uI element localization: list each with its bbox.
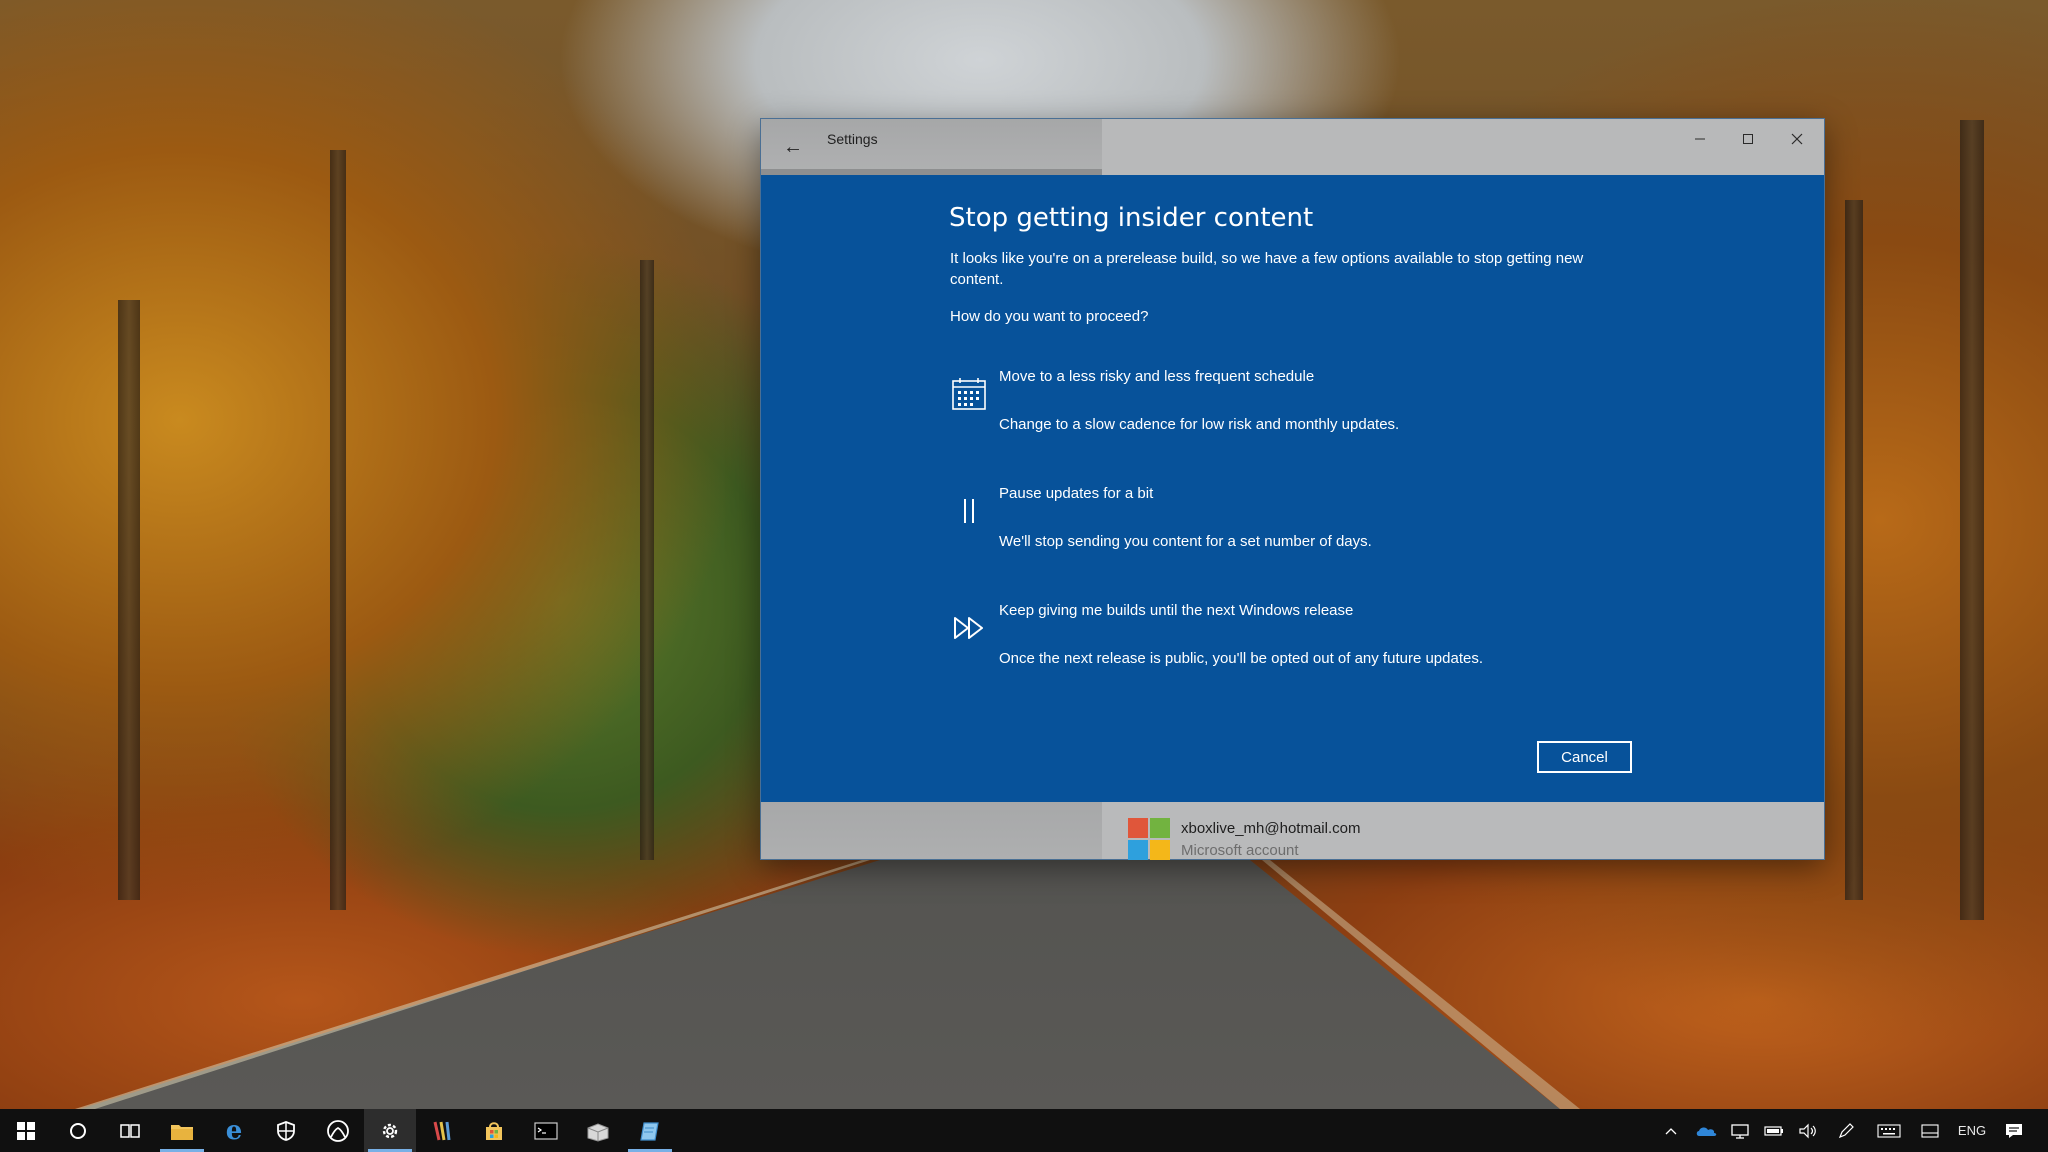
option-pause-updates[interactable]: Pause updates for a bit We'll stop sendi…: [949, 485, 1709, 565]
fast-forward-icon: [949, 608, 989, 648]
notepad-icon: [640, 1121, 659, 1141]
microsoft-logo-icon: [1128, 818, 1170, 860]
settings-window: ← Settings Stop getting insider content …: [761, 119, 1824, 860]
option-description: We'll stop sending you content for a set…: [999, 533, 1372, 550]
tray-pen-workspace[interactable]: [1830, 1109, 1862, 1152]
option-next-release[interactable]: Keep giving me builds until the next Win…: [949, 602, 1709, 682]
taskbar-settings[interactable]: [364, 1109, 416, 1152]
dialog-content: Stop getting insider content It looks li…: [761, 175, 1824, 802]
task-view-button[interactable]: [104, 1109, 156, 1152]
tray-language[interactable]: ENG: [1952, 1109, 1992, 1152]
pen-icon: [1838, 1122, 1854, 1138]
winrar-icon: [433, 1121, 451, 1140]
option-title: Move to a less risky and less frequent s…: [999, 368, 1315, 385]
close-button[interactable]: [1773, 119, 1821, 159]
minimize-button[interactable]: [1676, 119, 1724, 159]
back-button[interactable]: ←: [773, 127, 813, 167]
window-title: Settings: [827, 131, 878, 147]
cancel-button[interactable]: Cancel: [1537, 741, 1632, 773]
option-title: Pause updates for a bit: [999, 485, 1154, 502]
dialog-intro-text: It looks like you're on a prerelease bui…: [950, 250, 1584, 288]
cortana-button[interactable]: [52, 1109, 104, 1152]
taskbar-notepad[interactable]: [624, 1109, 676, 1152]
option-description: Once the next release is public, you'll …: [999, 650, 1484, 667]
taskbar-winrar[interactable]: [416, 1109, 468, 1152]
tray-battery[interactable]: [1758, 1109, 1790, 1152]
network-icon: [1731, 1123, 1749, 1139]
task-view-icon: [120, 1123, 140, 1138]
dialog-question: How do you want to proceed?: [950, 308, 1149, 325]
onedrive-cloud-icon: [1696, 1126, 1717, 1136]
title-bar[interactable]: ← Settings: [761, 119, 1824, 175]
command-prompt-icon: [534, 1121, 558, 1140]
dialog-heading: Stop getting insider content: [949, 203, 1314, 233]
speaker-icon: [1799, 1123, 1816, 1138]
action-center-button[interactable]: [1996, 1109, 2032, 1152]
pause-icon: [949, 491, 989, 531]
tray-network[interactable]: [1724, 1109, 1756, 1152]
tray-onedrive[interactable]: [1690, 1109, 1722, 1152]
edge-icon: e: [225, 1115, 243, 1146]
notification-icon: [2006, 1123, 2022, 1138]
taskbar-command-prompt[interactable]: [520, 1109, 572, 1152]
footer-left-pane: [761, 802, 1102, 859]
store-bag-icon: [486, 1121, 502, 1140]
taskbar: e ENG: [0, 1109, 2048, 1152]
show-hidden-icons-button[interactable]: [1656, 1109, 1686, 1152]
option-slow-schedule[interactable]: Move to a less risky and less frequent s…: [949, 368, 1709, 448]
option-title: Keep giving me builds until the next Win…: [999, 602, 1354, 619]
windows-logo-icon: [17, 1121, 35, 1140]
taskbar-edge[interactable]: e: [208, 1109, 260, 1152]
gear-icon: [382, 1123, 398, 1138]
tray-display[interactable]: [1914, 1109, 1946, 1152]
taskbar-xbox[interactable]: [312, 1109, 364, 1152]
xbox-icon: [327, 1119, 349, 1142]
tray-volume[interactable]: [1792, 1109, 1824, 1152]
taskbar-windows-defender[interactable]: [260, 1109, 312, 1152]
battery-icon: [1764, 1125, 1783, 1136]
maximize-icon: [1743, 134, 1753, 144]
option-description: Change to a slow cadence for low risk an…: [999, 416, 1400, 433]
cortana-icon: [70, 1122, 86, 1139]
start-button[interactable]: [0, 1109, 52, 1152]
chevron-up-icon: [1665, 1127, 1677, 1134]
taskbar-app-installer[interactable]: [572, 1109, 624, 1152]
account-footer: xboxlive_mh@hotmail.com Microsoft accoun…: [761, 802, 1824, 860]
folder-icon: [171, 1124, 193, 1140]
close-icon: [1791, 133, 1803, 145]
account-email[interactable]: xboxlive_mh@hotmail.com: [1181, 820, 1360, 837]
taskbar-store[interactable]: [468, 1109, 520, 1152]
maximize-button[interactable]: [1724, 119, 1772, 159]
shield-icon: [277, 1120, 295, 1141]
back-arrow-icon: ←: [783, 135, 803, 158]
tray-touch-keyboard[interactable]: [1872, 1109, 1906, 1152]
account-type: Microsoft account: [1181, 842, 1299, 859]
taskbar-file-explorer[interactable]: [156, 1109, 208, 1152]
display-icon: [1921, 1123, 1939, 1138]
package-icon: [587, 1122, 609, 1142]
keyboard-icon: [1877, 1123, 1901, 1138]
calendar-icon: [949, 374, 989, 414]
minimize-icon: [1695, 138, 1705, 140]
